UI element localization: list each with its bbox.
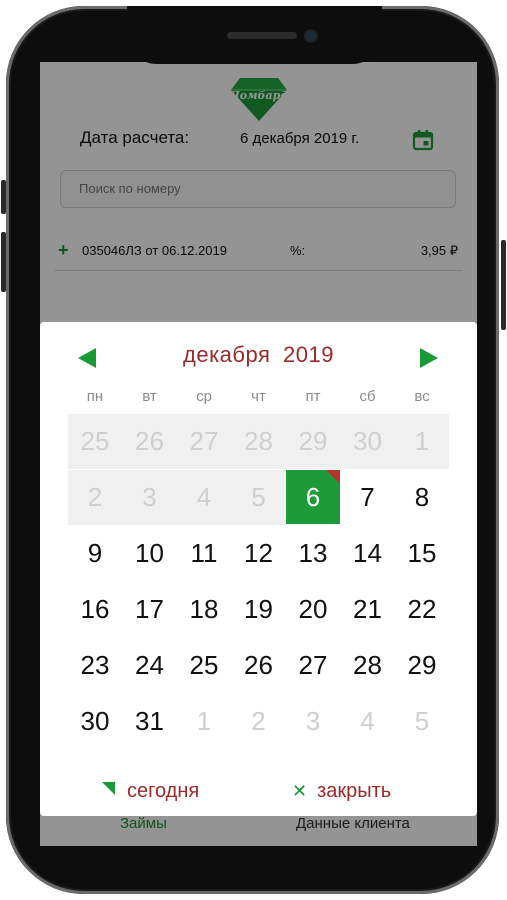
side-button <box>1 232 6 292</box>
day-cell[interactable]: 27 <box>177 414 231 468</box>
weekday-label: чт <box>251 388 266 405</box>
day-cell[interactable]: 2 <box>68 470 122 524</box>
day-cell[interactable]: 28 <box>341 638 395 692</box>
day-cell[interactable]: 30 <box>68 694 122 748</box>
day-cell[interactable]: 1 <box>177 694 231 748</box>
weekday-label: сб <box>359 388 376 405</box>
weekday-label: вт <box>142 388 157 405</box>
day-cell[interactable]: 1 <box>395 414 449 468</box>
day-cell[interactable]: 12 <box>232 526 286 580</box>
month-year-title: декабря 2019 <box>40 342 477 368</box>
selected-day-cell[interactable]: 6 <box>286 470 340 524</box>
day-cell[interactable]: 2 <box>232 694 286 748</box>
day-cell[interactable]: 3 <box>123 470 177 524</box>
weekday-label: пт <box>305 388 321 405</box>
date-picker: декабря 2019 пн вт ср чт пт сб вс 25 26 … <box>40 322 477 816</box>
day-cell[interactable]: 22 <box>395 582 449 636</box>
next-month-arrow-icon[interactable] <box>420 348 438 368</box>
day-cell[interactable]: 20 <box>286 582 340 636</box>
month-name: декабря <box>183 342 271 367</box>
day-cell[interactable]: 7 <box>341 470 395 524</box>
day-cell[interactable]: 29 <box>395 638 449 692</box>
day-cell[interactable]: 16 <box>68 582 122 636</box>
day-cell[interactable]: 9 <box>68 526 122 580</box>
day-cell[interactable]: 5 <box>232 470 286 524</box>
close-button[interactable]: ✕ закрыть <box>292 780 391 810</box>
day-cell[interactable]: 10 <box>123 526 177 580</box>
day-cell[interactable]: 27 <box>286 638 340 692</box>
day-cell[interactable]: 30 <box>341 414 395 468</box>
selected-day-label: 6 <box>305 482 321 512</box>
day-cell[interactable]: 8 <box>395 470 449 524</box>
day-cell[interactable]: 28 <box>232 414 286 468</box>
close-button-label: закрыть <box>317 780 392 802</box>
day-cell[interactable]: 24 <box>123 638 177 692</box>
day-cell[interactable]: 19 <box>232 582 286 636</box>
weekday-header: пн вт ср чт пт сб вс <box>68 388 449 412</box>
year: 2019 <box>283 342 334 367</box>
today-button-label: сегодня <box>127 780 200 802</box>
day-cell[interactable]: 31 <box>123 694 177 748</box>
close-icon: ✕ <box>292 781 308 801</box>
speaker-grille <box>227 32 297 39</box>
day-cell[interactable]: 4 <box>177 470 231 524</box>
front-camera-icon <box>306 31 316 41</box>
day-cell[interactable]: 25 <box>68 414 122 468</box>
day-cell[interactable]: 25 <box>177 638 231 692</box>
day-cell[interactable]: 29 <box>286 414 340 468</box>
weekday-label: пн <box>86 388 104 405</box>
day-cell[interactable]: 21 <box>341 582 395 636</box>
day-cell[interactable]: 5 <box>395 694 449 748</box>
day-cell[interactable]: 3 <box>286 694 340 748</box>
screen: Ломбард Дата расчета: 6 декабря 2019 г. … <box>40 62 477 846</box>
day-cell[interactable]: 23 <box>68 638 122 692</box>
prev-month-arrow-icon[interactable] <box>78 348 96 368</box>
today-button[interactable]: сегодня <box>102 780 199 810</box>
day-cell[interactable]: 18 <box>177 582 231 636</box>
side-button <box>501 240 506 330</box>
day-cell[interactable]: 13 <box>286 526 340 580</box>
day-cell[interactable]: 15 <box>395 526 449 580</box>
weekday-label: ср <box>196 388 212 405</box>
today-marker-icon <box>326 470 340 484</box>
day-cell[interactable]: 4 <box>341 694 395 748</box>
day-cell[interactable]: 26 <box>232 638 286 692</box>
day-cell[interactable]: 14 <box>341 526 395 580</box>
weekday-label: вс <box>414 388 430 405</box>
day-cell[interactable]: 11 <box>177 526 231 580</box>
side-button <box>1 180 6 214</box>
day-grid: 25 26 27 28 29 30 1 2 3 4 5 6 7 8 9 10 1… <box>68 414 449 750</box>
today-triangle-icon <box>102 782 115 795</box>
day-cell[interactable]: 17 <box>123 582 177 636</box>
day-cell[interactable]: 26 <box>123 414 177 468</box>
